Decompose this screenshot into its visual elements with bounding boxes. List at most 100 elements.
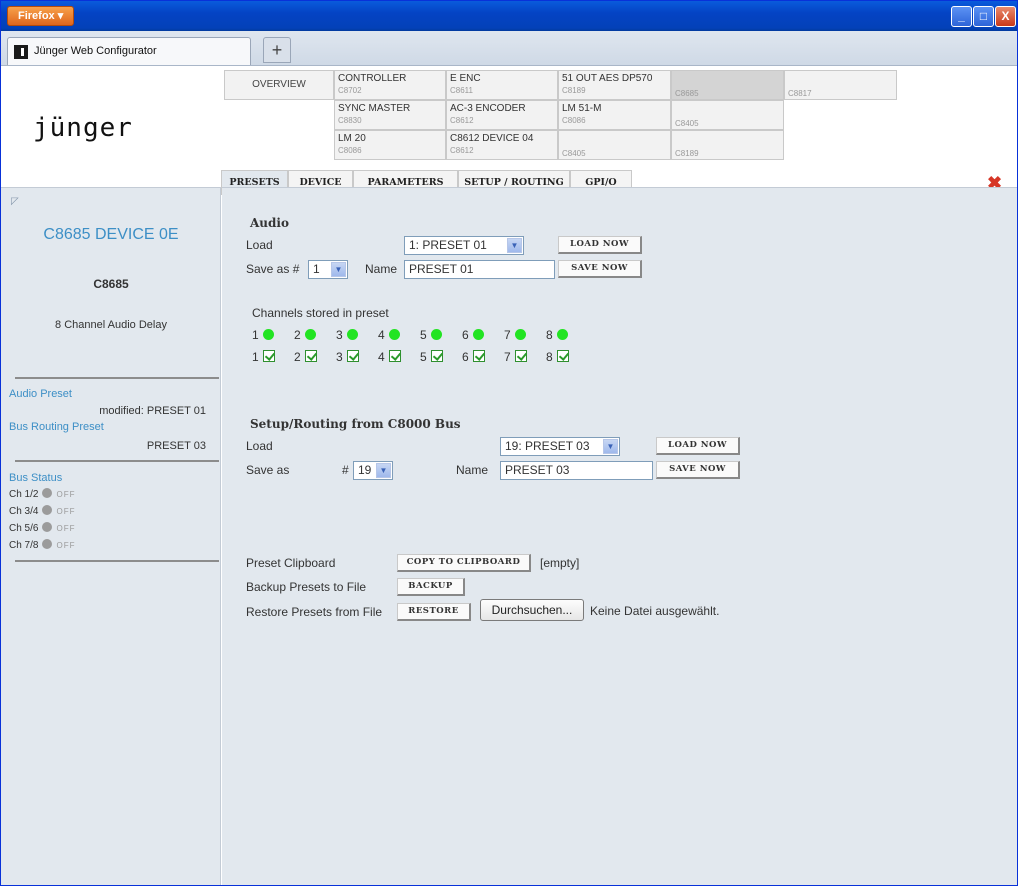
bus-channel-label: Ch 1/2 (9, 489, 39, 500)
bus-status-label: Bus Status (9, 472, 63, 484)
channel-active-icon (430, 329, 442, 340)
device-tile-name (562, 132, 667, 145)
bus-state: OFF (56, 490, 76, 499)
channel-indicator: 1 (252, 328, 274, 342)
resize-icon[interactable]: ◸ (11, 196, 19, 207)
audio-load-label: Load (246, 238, 273, 252)
browse-file-button[interactable]: Durchsuchen... (480, 599, 584, 621)
device-tile-code: C8086 (562, 116, 586, 125)
overview-button[interactable]: OVERVIEW (224, 70, 334, 100)
channel-number: 1 (252, 350, 259, 364)
routing-load-select[interactable]: 19: PRESET 03 ▼ (500, 437, 620, 456)
audio-preset-value: modified: PRESET 01 (99, 405, 206, 417)
channel-number: 4 (378, 328, 385, 342)
device-tile[interactable]: 51 OUT AES DP570 C8189 (558, 70, 671, 100)
firefox-menu-button[interactable]: Firefox ▾ (7, 6, 75, 26)
routing-heading: Setup/Routing from C8000 Bus (250, 417, 461, 431)
channel-checkbox[interactable] (262, 350, 275, 362)
audio-heading: Audio (250, 216, 289, 230)
browser-tab-title: Jünger Web Configurator (34, 45, 157, 57)
audio-load-now-button[interactable]: LOAD NOW (558, 236, 642, 254)
device-tile-code: C8817 (788, 89, 812, 98)
audio-save-label: Save as # (246, 262, 300, 276)
maximize-button[interactable]: □ (973, 6, 994, 27)
routing-save-number-select[interactable]: 19 ▼ (353, 461, 393, 480)
device-tile-code: C8702 (338, 86, 362, 95)
device-tile-name (675, 102, 780, 115)
browser-tab-strip: Jünger Web Configurator + (1, 31, 1017, 66)
device-tile[interactable]: E ENC C8611 (446, 70, 558, 100)
channel-checkbox[interactable] (304, 350, 317, 362)
device-tile[interactable]: SYNC MASTER C8830 (334, 100, 446, 130)
channel-checkbox[interactable] (556, 350, 569, 362)
channel-checkbox-item: 1 (252, 350, 275, 364)
device-tile-name (788, 72, 893, 85)
audio-load-select[interactable]: 1: PRESET 01 ▼ (404, 236, 524, 255)
device-tile[interactable]: LM 51-M C8086 (558, 100, 671, 130)
bus-state: OFF (56, 524, 76, 533)
channel-active-icon (262, 329, 274, 340)
device-tile-code: C8189 (562, 86, 586, 95)
chevron-down-icon: ▼ (603, 439, 618, 454)
channel-checkbox-item: 8 (546, 350, 569, 364)
routing-save-label: Save as (246, 463, 290, 477)
device-tile[interactable]: LM 20 C8086 (334, 130, 446, 160)
device-sidebar: ◸ C8685 DEVICE 0E C8685 8 Channel Audio … (1, 187, 221, 885)
routing-load-select-value: 19: PRESET 03 (505, 439, 590, 453)
channel-number: 3 (336, 350, 343, 364)
device-tile[interactable]: C8189 (671, 130, 784, 160)
channel-indicator: 6 (462, 328, 484, 342)
device-tile[interactable]: C8685 (671, 70, 784, 100)
device-tile[interactable]: C8405 (671, 100, 784, 130)
file-status: Keine Datei ausgewählt. (590, 604, 720, 618)
bus-state: OFF (56, 507, 76, 516)
channel-active-icon (514, 329, 526, 340)
audio-save-number-value: 1 (313, 262, 320, 276)
favicon-icon (14, 45, 28, 59)
close-window-button[interactable]: X (995, 6, 1016, 27)
channel-checkbox[interactable] (430, 350, 443, 362)
device-tile-name: LM 51-M (562, 103, 602, 114)
channel-number: 4 (378, 350, 385, 364)
channel-number: 5 (420, 328, 427, 342)
channel-number: 2 (294, 328, 301, 342)
device-tile[interactable]: AC-3 ENCODER C8612 (446, 100, 558, 130)
audio-name-input[interactable]: PRESET 01 (404, 260, 555, 279)
clipboard-status: [empty] (540, 556, 580, 570)
audio-save-now-button[interactable]: SAVE NOW (558, 260, 642, 278)
browser-tab[interactable]: Jünger Web Configurator (7, 37, 251, 65)
channel-active-icon (556, 329, 568, 340)
channel-active-icon (472, 329, 484, 340)
routing-save-now-button[interactable]: SAVE NOW (656, 461, 740, 479)
minimize-button[interactable]: _ (951, 6, 972, 27)
channel-active-icon (346, 329, 358, 340)
device-tile-name (675, 132, 780, 145)
channel-checkbox-item: 2 (294, 350, 317, 364)
preset-clipboard-label: Preset Clipboard (246, 556, 336, 570)
channel-checkbox[interactable] (472, 350, 485, 362)
device-tile[interactable]: C8405 (558, 130, 671, 160)
device-tile[interactable]: C8612 DEVICE 04 C8612 (446, 130, 558, 160)
device-tile[interactable]: CONTROLLER C8702 (334, 70, 446, 100)
device-tile-code: C8830 (338, 116, 362, 125)
copy-to-clipboard-button[interactable]: COPY TO CLIPBOARD (397, 554, 531, 572)
channel-checkbox[interactable] (388, 350, 401, 362)
channel-active-icon (304, 329, 316, 340)
device-tile-name: SYNC MASTER (338, 103, 411, 114)
routing-load-now-button[interactable]: LOAD NOW (656, 437, 740, 455)
channel-number: 8 (546, 350, 553, 364)
chevron-down-icon: ▼ (331, 262, 346, 277)
device-code: C8685 (93, 277, 129, 291)
new-tab-button[interactable]: + (263, 37, 291, 63)
channel-number: 2 (294, 350, 301, 364)
firefox-menu-label: Firefox (18, 10, 55, 22)
audio-save-number-select[interactable]: 1 ▼ (308, 260, 348, 279)
channel-checkbox[interactable] (346, 350, 359, 362)
device-tile[interactable]: C8817 (784, 70, 897, 100)
backup-button[interactable]: BACKUP (397, 578, 465, 596)
routing-name-input[interactable]: PRESET 03 (500, 461, 653, 480)
device-tile-name: E ENC (450, 73, 481, 84)
restore-button[interactable]: RESTORE (397, 603, 471, 621)
routing-load-label: Load (246, 439, 273, 453)
channel-checkbox[interactable] (514, 350, 527, 362)
